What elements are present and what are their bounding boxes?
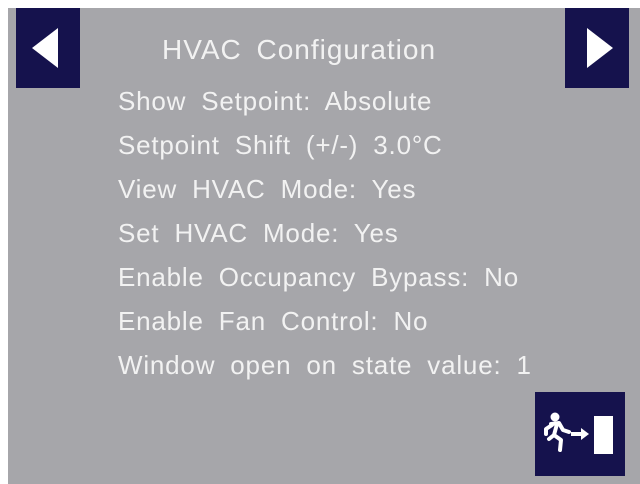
setting-window-open-state[interactable]: Window open on state value: 1	[118, 350, 532, 381]
hvac-config-screen: HVAC Configuration Show Setpoint: Absolu…	[8, 8, 640, 484]
next-page-button[interactable]	[565, 8, 629, 88]
exit-button[interactable]	[535, 392, 625, 476]
setting-set-hvac-mode[interactable]: Set HVAC Mode: Yes	[118, 218, 399, 249]
previous-page-button[interactable]	[16, 8, 80, 88]
setting-view-hvac-mode[interactable]: View HVAC Mode: Yes	[118, 174, 416, 205]
exit-door-icon	[544, 412, 613, 454]
setting-setpoint-shift[interactable]: Setpoint Shift (+/-) 3.0°C	[118, 130, 443, 161]
page-title: HVAC Configuration	[162, 34, 437, 65]
setting-show-setpoint[interactable]: Show Setpoint: Absolute	[118, 86, 432, 117]
arrow-right-icon	[587, 28, 613, 68]
arrow-left-icon	[32, 28, 58, 68]
setting-fan-control[interactable]: Enable Fan Control: No	[118, 306, 428, 337]
setting-occupancy-bypass[interactable]: Enable Occupancy Bypass: No	[118, 262, 519, 293]
